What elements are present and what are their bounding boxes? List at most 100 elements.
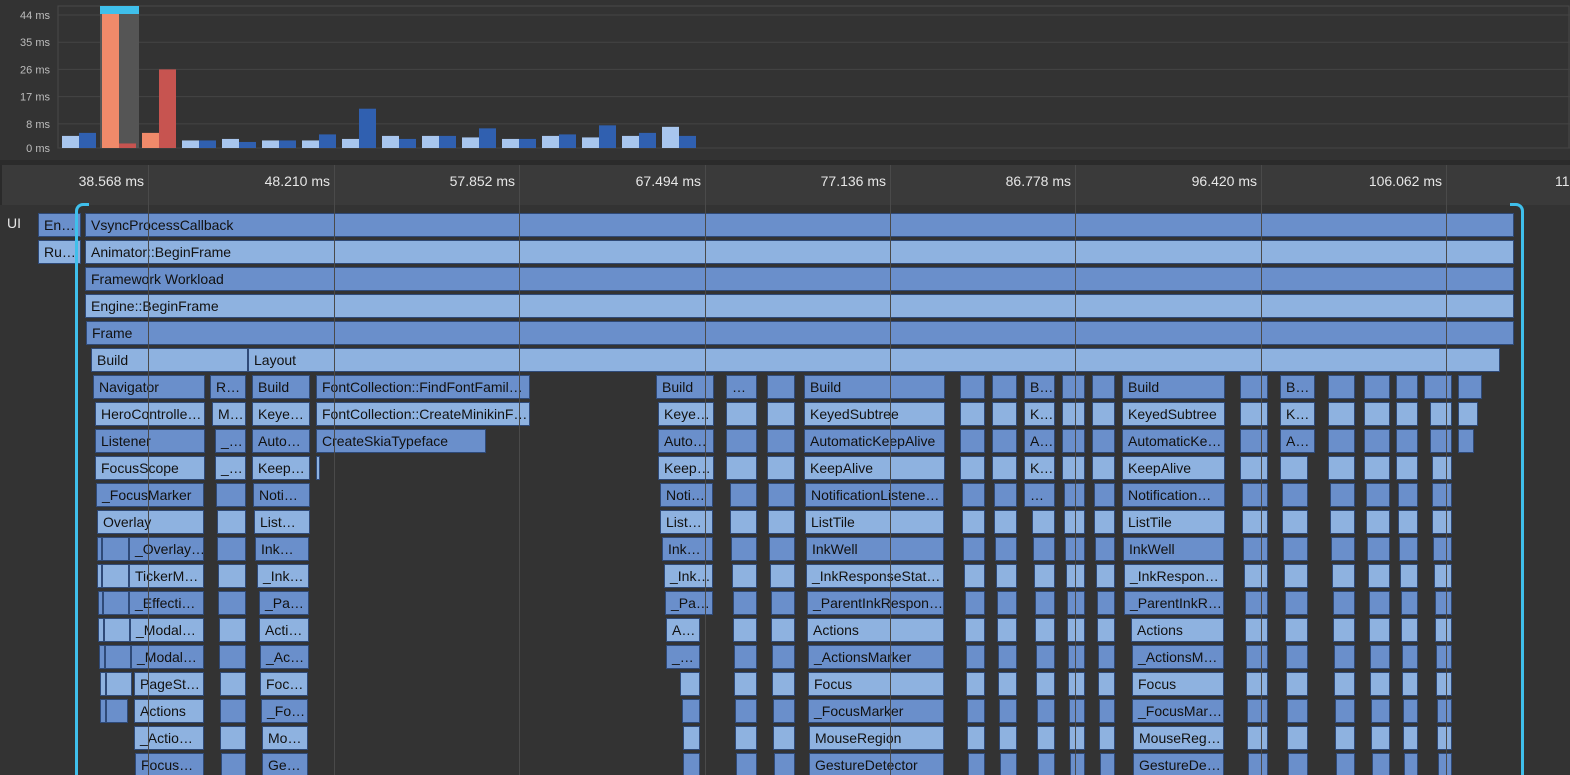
- trace-event[interactable]: [1099, 699, 1115, 723]
- trace-event[interactable]: Engine::BeginFrame: [85, 294, 1514, 318]
- trace-event[interactable]: KeyedSubtree: [804, 402, 945, 426]
- trace-event[interactable]: Actions: [807, 618, 944, 642]
- trace-event[interactable]: [1368, 564, 1390, 588]
- trace-event[interactable]: [768, 510, 795, 534]
- trace-event[interactable]: K…: [1024, 456, 1055, 480]
- trace-event[interactable]: [1396, 402, 1418, 426]
- trace-event[interactable]: [106, 672, 132, 696]
- trace-event[interactable]: [1334, 672, 1355, 696]
- trace-event[interactable]: [1370, 672, 1390, 696]
- trace-event[interactable]: [1000, 753, 1017, 775]
- trace-event[interactable]: [1371, 726, 1390, 750]
- trace-event[interactable]: [1432, 510, 1452, 534]
- trace-event[interactable]: [733, 618, 757, 642]
- trace-event[interactable]: _Ac…: [260, 645, 309, 669]
- trace-event[interactable]: [1245, 618, 1268, 642]
- trace-event[interactable]: [1062, 456, 1085, 480]
- trace-event[interactable]: [1403, 699, 1418, 723]
- trace-event[interactable]: [1435, 591, 1452, 615]
- trace-event[interactable]: [1435, 618, 1452, 642]
- trace-event[interactable]: KeyedSubtree: [1122, 402, 1225, 426]
- trace-event[interactable]: [965, 618, 985, 642]
- trace-event[interactable]: [1335, 726, 1355, 750]
- trace-event[interactable]: CreateSkiaTypeface: [316, 429, 486, 453]
- trace-event[interactable]: _InkRespon…: [1124, 564, 1224, 588]
- trace-event[interactable]: [726, 456, 757, 480]
- trace-event[interactable]: [1280, 456, 1308, 480]
- trace-event[interactable]: [1100, 753, 1115, 775]
- trace-event[interactable]: [1244, 564, 1268, 588]
- frame-bar-group[interactable]: [222, 138, 256, 148]
- trace-event[interactable]: [1332, 564, 1355, 588]
- trace-event[interactable]: [999, 699, 1017, 723]
- trace-event[interactable]: [1283, 537, 1308, 561]
- trace-event[interactable]: Build: [91, 348, 248, 372]
- trace-event[interactable]: KeepAlive: [1122, 456, 1225, 480]
- trace-event[interactable]: [962, 483, 985, 507]
- trace-event[interactable]: [1288, 753, 1308, 775]
- trace-event[interactable]: [1097, 618, 1115, 642]
- frame-bar-group[interactable]: [462, 128, 496, 148]
- trace-event[interactable]: FontCollection::FindFontFamil…: [316, 375, 530, 399]
- trace-event[interactable]: Ge…: [262, 753, 308, 775]
- trace-event[interactable]: [1098, 672, 1115, 696]
- trace-event[interactable]: [1286, 645, 1308, 669]
- trace-event[interactable]: MouseRegion: [809, 726, 944, 750]
- trace-event[interactable]: [967, 726, 985, 750]
- trace-event[interactable]: [1092, 456, 1115, 480]
- trace-event[interactable]: [767, 375, 795, 399]
- trace-event[interactable]: _FocusMar…: [1132, 699, 1224, 723]
- trace-event[interactable]: Noti…: [253, 483, 310, 507]
- trace-event[interactable]: _…: [666, 645, 700, 669]
- trace-event[interactable]: [1282, 483, 1308, 507]
- frame-bar-group[interactable]: [62, 132, 96, 148]
- trace-event[interactable]: [1437, 726, 1452, 750]
- trace-event[interactable]: [102, 537, 129, 561]
- frame-bar-group[interactable]: [302, 134, 336, 148]
- trace-event[interactable]: [221, 753, 246, 775]
- trace-event[interactable]: [1285, 618, 1308, 642]
- trace-event[interactable]: NotificationListene…: [805, 483, 944, 507]
- trace-event[interactable]: Keye…: [252, 402, 310, 426]
- trace-event[interactable]: [960, 456, 985, 480]
- trace-event[interactable]: [992, 402, 1017, 426]
- trace-event[interactable]: K…: [1280, 402, 1315, 426]
- trace-event[interactable]: [1245, 591, 1268, 615]
- trace-event[interactable]: [1396, 429, 1418, 453]
- trace-event[interactable]: [683, 753, 700, 775]
- trace-event[interactable]: AutomaticKe…: [1122, 429, 1225, 453]
- trace-event[interactable]: _Modal…: [131, 645, 204, 669]
- trace-event[interactable]: [1247, 699, 1268, 723]
- trace-event[interactable]: [1458, 402, 1478, 426]
- trace-event[interactable]: [217, 510, 246, 534]
- trace-event[interactable]: Layout: [248, 348, 1500, 372]
- trace-event[interactable]: [994, 483, 1017, 507]
- trace-event[interactable]: [1430, 429, 1452, 453]
- trace-event[interactable]: A…: [1024, 429, 1055, 453]
- trace-event[interactable]: Listener: [95, 429, 205, 453]
- trace-event[interactable]: [963, 537, 985, 561]
- trace-event[interactable]: [1398, 510, 1418, 534]
- trace-event[interactable]: [1092, 402, 1115, 426]
- trace-event[interactable]: Overlay: [97, 510, 204, 534]
- trace-event[interactable]: [1286, 672, 1308, 696]
- trace-event[interactable]: [1372, 753, 1390, 775]
- trace-event[interactable]: _Modal…: [130, 618, 204, 642]
- trace-event[interactable]: [769, 537, 795, 561]
- trace-event[interactable]: [994, 510, 1017, 534]
- trace-event[interactable]: [966, 672, 985, 696]
- trace-event[interactable]: [997, 591, 1017, 615]
- trace-event[interactable]: [995, 537, 1017, 561]
- trace-event[interactable]: _Actio…: [134, 726, 204, 750]
- trace-event[interactable]: [1396, 456, 1418, 480]
- trace-event[interactable]: [768, 483, 795, 507]
- trace-event[interactable]: [1034, 564, 1055, 588]
- trace-event[interactable]: _ParentInkR…: [1124, 591, 1224, 615]
- trace-event[interactable]: _Ink…: [257, 564, 309, 588]
- trace-event[interactable]: [1436, 645, 1452, 669]
- trace-event[interactable]: [220, 699, 246, 723]
- trace-event[interactable]: [1240, 375, 1268, 399]
- trace-event[interactable]: [1095, 537, 1115, 561]
- trace-event[interactable]: B…: [1024, 375, 1055, 399]
- trace-event[interactable]: [1328, 375, 1355, 399]
